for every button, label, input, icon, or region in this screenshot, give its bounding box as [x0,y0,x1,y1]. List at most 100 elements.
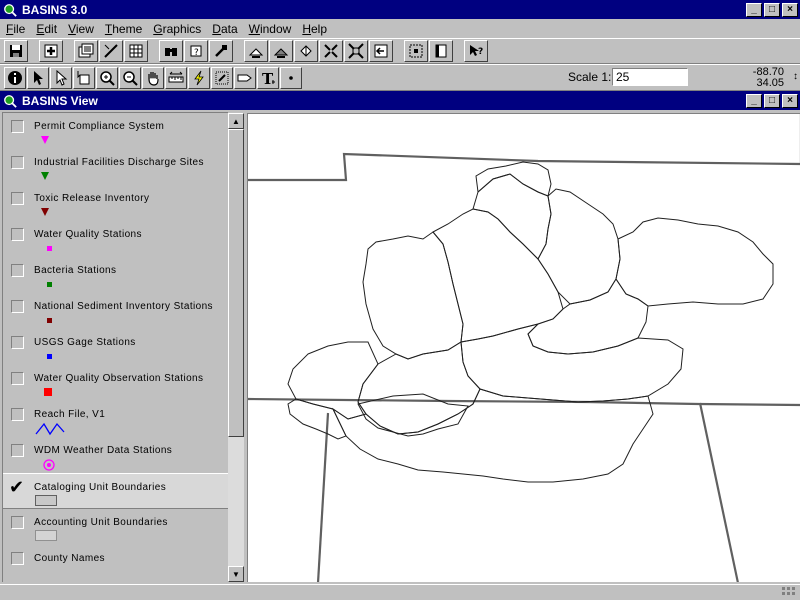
theme-visibility-checkbox[interactable] [11,552,24,565]
cataloging-unit-5 [475,161,552,197]
theme-row[interactable]: County Names [3,545,228,581]
menu-data[interactable]: Data [206,22,242,36]
edit-legend-button[interactable] [99,40,123,62]
help-button[interactable]: ? [464,40,488,62]
cataloging-unit-1 [362,231,464,360]
menu-label: indow [259,21,292,36]
theme-row[interactable]: Reach File, V1 [3,401,228,437]
zoom-out-arrows-icon[interactable] [344,40,368,62]
menu-window[interactable]: Window [243,22,297,36]
polygon-symbol-icon [35,530,57,541]
theme-visibility-checkbox[interactable] [11,120,24,133]
map-display[interactable] [247,113,800,582]
theme-visibility-checkbox[interactable] [11,228,24,241]
button-bar: ? ? [0,38,800,64]
pointer-icon[interactable] [27,66,49,89]
query-builder-icon[interactable] [209,40,233,62]
identify-icon[interactable] [4,66,26,89]
zoom-previous-button[interactable] [369,40,393,62]
svg-text:?: ? [194,48,199,58]
menu-view[interactable]: View [62,22,99,36]
theme-visibility-checkbox[interactable] [11,444,24,457]
add-theme-button[interactable] [39,40,63,62]
theme-row[interactable]: Bacteria Stations [3,257,228,293]
view-close-button[interactable]: × [782,93,798,108]
zoom-in-icon[interactable] [96,66,118,89]
square-marker-icon [47,282,52,287]
label-icon[interactable] [234,66,256,89]
theme-properties-button[interactable] [74,40,98,62]
cataloging-unit-10 [287,341,379,420]
hotlink-icon[interactable] [188,66,210,89]
theme-row[interactable]: Industrial Facilities Discharge Sites [3,149,228,185]
menu-edit[interactable]: Edit [30,22,62,36]
locate-address-button[interactable]: ? [184,40,208,62]
theme-visibility-checkbox[interactable]: ✔ [9,478,24,496]
find-binoculars-icon[interactable] [159,40,183,62]
scroll-thumb[interactable] [228,129,244,437]
scale-input[interactable] [612,68,688,86]
theme-row[interactable]: ✔ Cataloging Unit Boundaries [3,473,228,509]
minimize-button[interactable]: _ [746,2,762,17]
menu-label: ile [13,21,26,36]
zoom-full-extent-button[interactable] [244,40,268,62]
menu-graphics[interactable]: Graphics [147,22,206,36]
coord-spin-icon[interactable]: ↕ [793,71,798,82]
maximize-button[interactable]: □ [764,2,780,17]
zoom-out-icon[interactable] [119,66,141,89]
menu-bar: File Edit View Theme Graphics Data Window Help [0,19,800,38]
menu-theme[interactable]: Theme [99,22,147,36]
status-bar [0,584,800,600]
theme-name: Reach File, V1 [34,409,106,420]
text-tool-icon[interactable]: T [257,66,279,89]
view-minimize-button[interactable]: _ [746,93,762,108]
view-restore-button[interactable]: □ [764,93,780,108]
menu-label: raphics [162,21,202,36]
theme-name: WDM Weather Data Stations [34,445,173,456]
theme-row[interactable]: WDM Weather Data Stations [3,437,228,473]
vertex-edit-icon[interactable] [50,66,72,89]
menu-help[interactable]: Help [296,22,332,36]
toc-scrollbar[interactable]: ▲ ▼ [228,113,244,582]
open-table-button[interactable] [124,40,148,62]
cataloging-unit-6 [615,217,774,307]
theme-visibility-checkbox[interactable] [11,372,24,385]
theme-name: Industrial Facilities Discharge Sites [34,157,204,168]
theme-visibility-checkbox[interactable] [11,408,24,421]
theme-visibility-checkbox[interactable] [11,336,24,349]
select-features-button[interactable] [404,40,428,62]
theme-row[interactable]: Accounting Unit Boundaries [3,509,228,545]
view-globe-icon[interactable] [2,93,18,109]
theme-visibility-checkbox[interactable] [11,300,24,313]
draw-point-icon[interactable] [280,66,302,89]
measure-icon[interactable] [165,66,187,89]
theme-row[interactable]: USGS Gage Stations [3,329,228,365]
table-view-button[interactable] [429,40,453,62]
save-project-button[interactable] [4,40,28,62]
select-feature-icon[interactable] [73,66,95,89]
scroll-up-icon[interactable]: ▲ [228,113,244,129]
theme-name: Accounting Unit Boundaries [34,517,168,528]
theme-visibility-checkbox[interactable] [11,156,24,169]
basins-globe-icon[interactable] [2,2,18,18]
close-button[interactable]: × [782,2,798,17]
view-titlebar: BASINS View _ □ × [0,91,800,110]
zoom-in-arrows-icon[interactable] [319,40,343,62]
resize-grip-icon[interactable] [782,587,796,599]
zoom-active-themes-button[interactable] [269,40,293,62]
theme-visibility-checkbox[interactable] [11,516,24,529]
pan-hand-icon[interactable] [142,66,164,89]
theme-row[interactable]: National Sediment Inventory Stations [3,293,228,329]
theme-visibility-checkbox[interactable] [11,192,24,205]
menu-file[interactable]: File [0,22,30,36]
map-canvas[interactable] [248,114,800,582]
theme-row[interactable]: Water Quality Observation Stations [3,365,228,401]
scroll-down-icon[interactable]: ▼ [228,566,244,582]
theme-row[interactable]: Water Quality Stations [3,221,228,257]
theme-row[interactable]: Permit Compliance System [3,113,228,149]
state-boundary-north [248,152,800,182]
area-of-interest-icon[interactable] [211,66,233,89]
theme-row[interactable]: Toxic Release Inventory [3,185,228,221]
theme-visibility-checkbox[interactable] [11,264,24,277]
zoom-selected-button[interactable] [294,40,318,62]
